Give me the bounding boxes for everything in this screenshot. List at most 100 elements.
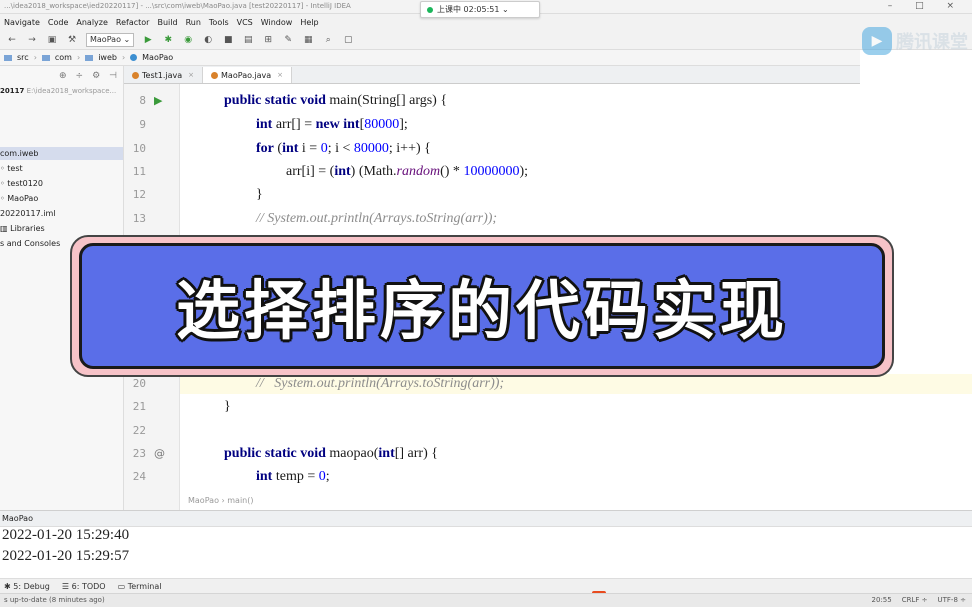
tree-item-test[interactable]: ◦ test: [0, 162, 123, 175]
build-hammer-icon[interactable]: ⚒: [66, 34, 78, 46]
java-class-icon: [132, 71, 139, 79]
line-number: 24: [132, 470, 146, 483]
stop-icon[interactable]: ■: [222, 34, 234, 46]
status-message: s up-to-date (8 minutes ago): [4, 596, 105, 604]
menu-code[interactable]: Code: [48, 18, 68, 27]
tab-label: Test1.java: [142, 70, 183, 80]
tool-todo[interactable]: ☰ 6: TODO: [62, 582, 106, 591]
menu-build[interactable]: Build: [157, 18, 177, 27]
line-separator[interactable]: CRLF ÷: [902, 594, 928, 607]
tree-item-maopao[interactable]: ◦ MaoPao: [0, 192, 123, 205]
menu-run[interactable]: Run: [186, 18, 201, 27]
layout-icon[interactable]: ▢: [342, 34, 354, 46]
tree-item-label: test: [7, 164, 23, 173]
tool-debug[interactable]: ✱ 5: Debug: [4, 582, 50, 591]
profile-icon[interactable]: ◐: [202, 34, 214, 46]
window-controls[interactable]: – □ ×: [888, 0, 964, 13]
close-icon[interactable]: ×: [277, 71, 283, 79]
coverage-icon[interactable]: ◉: [182, 34, 194, 46]
watermark-text: 腾讯课堂: [896, 32, 968, 53]
menu-analyze[interactable]: Analyze: [76, 18, 108, 27]
caret-position[interactable]: 20:55: [872, 594, 892, 607]
banner-title: 选择排序的代码实现: [176, 275, 788, 349]
run-configuration-select[interactable]: MaoPao ⌄: [86, 32, 135, 47]
code-token: int: [282, 141, 299, 156]
line-number: 9: [139, 118, 146, 131]
editor-tab-bar: Test1.java × MaoPao.java ×: [124, 66, 860, 84]
file-encoding[interactable]: UTF-8 ÷: [938, 594, 967, 607]
tool-label: Terminal: [127, 581, 162, 591]
menu-window[interactable]: Window: [261, 18, 293, 27]
line-number: 10: [132, 142, 146, 155]
project-structure-icon[interactable]: ▦: [302, 34, 314, 46]
hide-icon[interactable]: ⊣: [109, 71, 117, 81]
tree-item-package-com-iweb[interactable]: com.iweb: [0, 147, 123, 160]
breadcrumb-src[interactable]: src: [17, 53, 29, 62]
line-number: 23: [132, 447, 146, 460]
code-token: 10000000: [463, 164, 520, 179]
sdk-icon[interactable]: ▤: [242, 34, 254, 46]
tree-item-iml-file[interactable]: 20220117.iml: [0, 207, 123, 220]
folder-icon: [41, 54, 50, 61]
breadcrumb-iweb[interactable]: iweb: [98, 53, 117, 62]
code-token: 80000: [353, 141, 389, 156]
structure-icon[interactable]: ⊞: [262, 34, 274, 46]
code-text: int arr[] = new int[80000];: [256, 117, 408, 132]
breadcrumb-com[interactable]: com: [55, 53, 72, 62]
forward-icon[interactable]: →: [26, 34, 38, 46]
menu-tools[interactable]: Tools: [209, 18, 229, 27]
banner-panel: 选择排序的代码实现: [79, 243, 885, 369]
menu-navigate[interactable]: Navigate: [4, 18, 40, 27]
tree-item-label: s and Consoles: [0, 239, 61, 248]
code-token: int: [334, 164, 351, 179]
todo-list-icon: ☰: [61, 581, 72, 591]
locate-icon[interactable]: ⊕: [59, 71, 67, 81]
menu-vcs[interactable]: VCS: [237, 18, 253, 27]
line-number: 13: [132, 212, 146, 225]
run-tab-header[interactable]: MaoPao: [0, 511, 972, 527]
tool-label: 5: Debug: [13, 581, 50, 591]
breadcrumb-maopao[interactable]: MaoPao: [142, 53, 173, 62]
code-token: for: [256, 141, 274, 156]
recording-chevron-icon: ⌄: [502, 5, 509, 14]
code-line: 12 }: [124, 185, 972, 205]
project-panel-header: ⊕ ÷ ⚙ ⊣: [0, 66, 123, 86]
menu-refactor[interactable]: Refactor: [116, 18, 150, 27]
tree-item-test0120[interactable]: ◦ test0120: [0, 177, 123, 190]
code-text: int temp = 0;: [256, 469, 330, 484]
line-number: 12: [132, 188, 146, 201]
close-icon[interactable]: ×: [188, 71, 194, 79]
tool-window-bar: ✱ 5: Debug ☰ 6: TODO ▭ Terminal: [0, 578, 972, 593]
collapse-icon[interactable]: ÷: [76, 71, 84, 81]
search-icon[interactable]: ⌕: [322, 34, 334, 46]
gear-icon[interactable]: ⚙: [92, 71, 100, 81]
code-text: for (int i = 0; i < 80000; i++) {: [256, 141, 431, 156]
debug-bug-icon: ✱: [4, 581, 14, 591]
back-icon[interactable]: ←: [6, 34, 18, 46]
line-number: 11: [132, 165, 146, 178]
code-token: int: [378, 446, 395, 461]
tencent-classroom-watermark: ▶ 腾讯课堂: [862, 26, 972, 56]
navigation-breadcrumb: src › com › iweb › MaoPao: [0, 50, 860, 66]
tree-item-label: test0120: [7, 179, 43, 188]
tool-terminal[interactable]: ▭ Terminal: [118, 582, 162, 591]
annotation-at-icon[interactable]: @: [154, 444, 165, 464]
tree-item-external-libraries[interactable]: ▥ Libraries: [0, 222, 123, 235]
run-icon[interactable]: ▶: [142, 34, 154, 46]
tree-item-label: com.iweb: [0, 149, 39, 158]
tab-maopao-java[interactable]: MaoPao.java ×: [203, 67, 293, 83]
recording-indicator[interactable]: 上课中 02:05:51 ⌄: [420, 1, 540, 18]
line-number: 8: [139, 94, 146, 107]
project-root[interactable]: 20117 E:\idea2018_workspace...: [0, 87, 116, 95]
save-all-icon[interactable]: ▣: [46, 34, 58, 46]
line-number: 20: [132, 377, 146, 390]
menu-help[interactable]: Help: [300, 18, 318, 27]
code-text: public static void main(String[] args) {: [224, 93, 448, 108]
settings-wrench-icon[interactable]: ✎: [282, 34, 294, 46]
editor-breadcrumb[interactable]: MaoPao › main(): [188, 496, 253, 505]
run-gutter-icon[interactable]: ▶: [154, 91, 162, 111]
code-token: new int: [315, 117, 360, 132]
tab-test1-java[interactable]: Test1.java ×: [124, 67, 204, 83]
debug-icon[interactable]: ✱: [162, 34, 174, 46]
line-number: 21: [132, 400, 146, 413]
